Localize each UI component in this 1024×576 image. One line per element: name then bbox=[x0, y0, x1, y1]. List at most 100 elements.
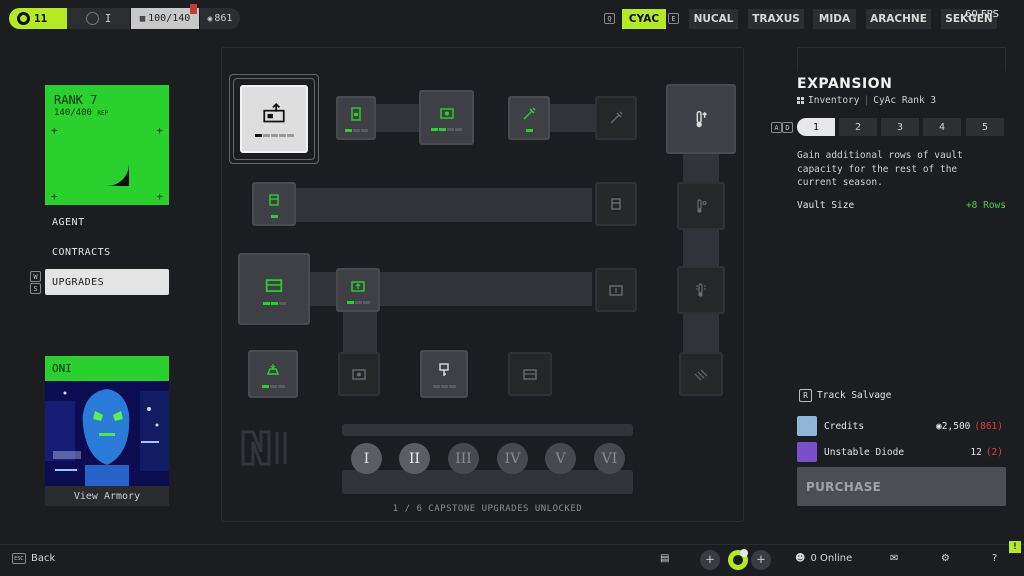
rank-rep: 140/400 REP bbox=[54, 108, 108, 118]
faction-tab-cyac[interactable]: CYAC bbox=[622, 9, 666, 29]
cost-amount: 12 bbox=[970, 446, 982, 458]
stat-label: Vault Size bbox=[797, 200, 855, 211]
capstone-2[interactable]: II bbox=[399, 443, 430, 474]
node-row4-d[interactable] bbox=[508, 352, 552, 396]
node-row4-b[interactable] bbox=[338, 352, 380, 396]
node-level-pips bbox=[261, 384, 285, 388]
chat-icon[interactable]: ▤ bbox=[660, 553, 669, 564]
level-tab-2[interactable]: 2 bbox=[839, 118, 877, 136]
node-column-mid[interactable] bbox=[677, 182, 725, 230]
upgrade-requirement: CyAc Rank 3 bbox=[873, 95, 937, 106]
node-level-pips bbox=[262, 301, 286, 305]
credits-badge[interactable]: ◉ 861 bbox=[200, 8, 240, 29]
node-expansion[interactable] bbox=[240, 85, 308, 153]
capstone-3[interactable]: III bbox=[448, 443, 479, 474]
mail-icon[interactable]: ✉ bbox=[890, 553, 898, 564]
nav-contracts[interactable]: CONTRACTS bbox=[45, 239, 169, 265]
purchase-button[interactable]: PURCHASE bbox=[797, 467, 1006, 506]
corner-plus-icon: + bbox=[156, 190, 163, 203]
level-tab-5[interactable]: 5 bbox=[966, 118, 1004, 136]
node-row3-a[interactable] bbox=[238, 253, 310, 325]
diode-icon bbox=[797, 442, 817, 462]
wallet-icon bbox=[352, 369, 366, 380]
season-tier-badge[interactable]: I bbox=[67, 8, 130, 29]
settings-gear-icon[interactable]: ⚙ bbox=[941, 553, 950, 564]
node-column-top[interactable] bbox=[666, 84, 736, 154]
node-row3-c[interactable] bbox=[595, 268, 637, 312]
faction-tab-mida[interactable]: MIDA bbox=[813, 9, 856, 29]
oni-title: ONI bbox=[45, 356, 169, 381]
node-column-bottom[interactable] bbox=[679, 352, 723, 396]
case-icon bbox=[609, 285, 623, 296]
back-button[interactable]: ESC Back bbox=[12, 553, 55, 564]
upgrade-category: Inventory bbox=[808, 95, 860, 106]
thermometer-up-icon bbox=[696, 110, 708, 128]
bottom-bar bbox=[0, 544, 1024, 576]
node-row1-c[interactable] bbox=[419, 90, 474, 145]
fps-counter: 60 FPS bbox=[964, 9, 999, 20]
cost-owned: (2) bbox=[985, 446, 1003, 458]
key-icon bbox=[439, 362, 449, 376]
node-level-pips bbox=[432, 384, 456, 388]
view-armory-button[interactable]: View Armory bbox=[45, 486, 169, 506]
capstone-4[interactable]: IV bbox=[497, 443, 528, 474]
stripes-icon bbox=[694, 369, 708, 381]
corner-plus-icon: + bbox=[51, 124, 58, 137]
thermometer-icon bbox=[696, 283, 706, 297]
player-level: 11 bbox=[34, 12, 48, 25]
back-label: Back bbox=[31, 553, 56, 564]
upgrade-description: Gain additional rows of vault capacity f… bbox=[797, 150, 963, 188]
tree-connector bbox=[343, 312, 377, 352]
case-icon bbox=[265, 278, 283, 292]
vault-alert-badge bbox=[190, 4, 197, 14]
cost-name: Credits bbox=[824, 420, 865, 432]
faction-prev-key: Q bbox=[604, 13, 615, 24]
node-row4-c[interactable] bbox=[420, 350, 468, 398]
level-tab-4[interactable]: 4 bbox=[923, 118, 961, 136]
node-row1-e[interactable] bbox=[595, 96, 637, 140]
tree-connector bbox=[375, 104, 425, 132]
tier-ring-icon bbox=[85, 12, 99, 25]
capstone-1[interactable]: I bbox=[351, 443, 382, 474]
online-status[interactable]: ☻ 0 Online bbox=[795, 553, 852, 564]
node-row3-b[interactable] bbox=[336, 268, 380, 312]
credits-amount: 861 bbox=[214, 13, 233, 24]
nav-agent[interactable]: AGENT bbox=[45, 209, 169, 235]
faction-tab-traxus[interactable]: TRAXUS bbox=[748, 9, 804, 29]
corner-plus-icon: + bbox=[51, 190, 58, 203]
level-next-key: D bbox=[782, 122, 793, 133]
faction-next-key: E bbox=[668, 13, 679, 24]
node-row2-a[interactable] bbox=[252, 182, 296, 226]
faction-tab-nucal[interactable]: NUCAL bbox=[689, 9, 738, 29]
capstone-5[interactable]: V bbox=[545, 443, 576, 474]
vault-icon: ▦ bbox=[139, 13, 146, 24]
faction-rank-card: RANK 7 140/400 REP + + + + bbox=[45, 85, 169, 205]
plus-icon: + bbox=[756, 552, 766, 568]
node-row1-d[interactable] bbox=[508, 96, 550, 140]
zoom-in-button[interactable]: + bbox=[751, 550, 771, 570]
faction-tab-arachne[interactable]: ARACHNE bbox=[866, 9, 931, 29]
wallet-icon bbox=[439, 108, 454, 119]
nav-up-key: W bbox=[30, 271, 41, 282]
capstone-status: 1 / 6 CAPSTONE UPGRADES UNLOCKED bbox=[392, 504, 583, 514]
help-icon[interactable]: ? bbox=[992, 553, 997, 564]
nav-upgrades[interactable]: UPGRADES bbox=[45, 269, 169, 295]
track-salvage-toggle[interactable]: R Track Salvage bbox=[799, 389, 891, 402]
level-tab-3[interactable]: 3 bbox=[881, 118, 919, 136]
node-level-pips bbox=[344, 128, 368, 132]
player-level-badge[interactable]: 11 bbox=[9, 8, 67, 29]
zoom-out-button[interactable]: + bbox=[700, 550, 720, 570]
cost-amount: ◉2,500 bbox=[936, 420, 971, 432]
oni-card[interactable]: ONI View Armory bbox=[45, 356, 169, 506]
node-row2-b[interactable] bbox=[595, 182, 637, 226]
expansion-icon bbox=[263, 102, 285, 122]
node-row4-a[interactable] bbox=[248, 350, 298, 398]
capstone-6[interactable]: VI bbox=[594, 443, 625, 474]
vault-capacity-badge[interactable]: ▦ 100/140 bbox=[131, 4, 199, 29]
level-tab-1[interactable]: 1 bbox=[797, 118, 835, 136]
node-row1-b[interactable] bbox=[336, 96, 376, 140]
people-icon: ☻ bbox=[795, 553, 806, 564]
faction-emblem-icon[interactable] bbox=[726, 548, 750, 572]
tree-connector bbox=[380, 272, 592, 306]
node-column-low[interactable] bbox=[677, 266, 725, 314]
